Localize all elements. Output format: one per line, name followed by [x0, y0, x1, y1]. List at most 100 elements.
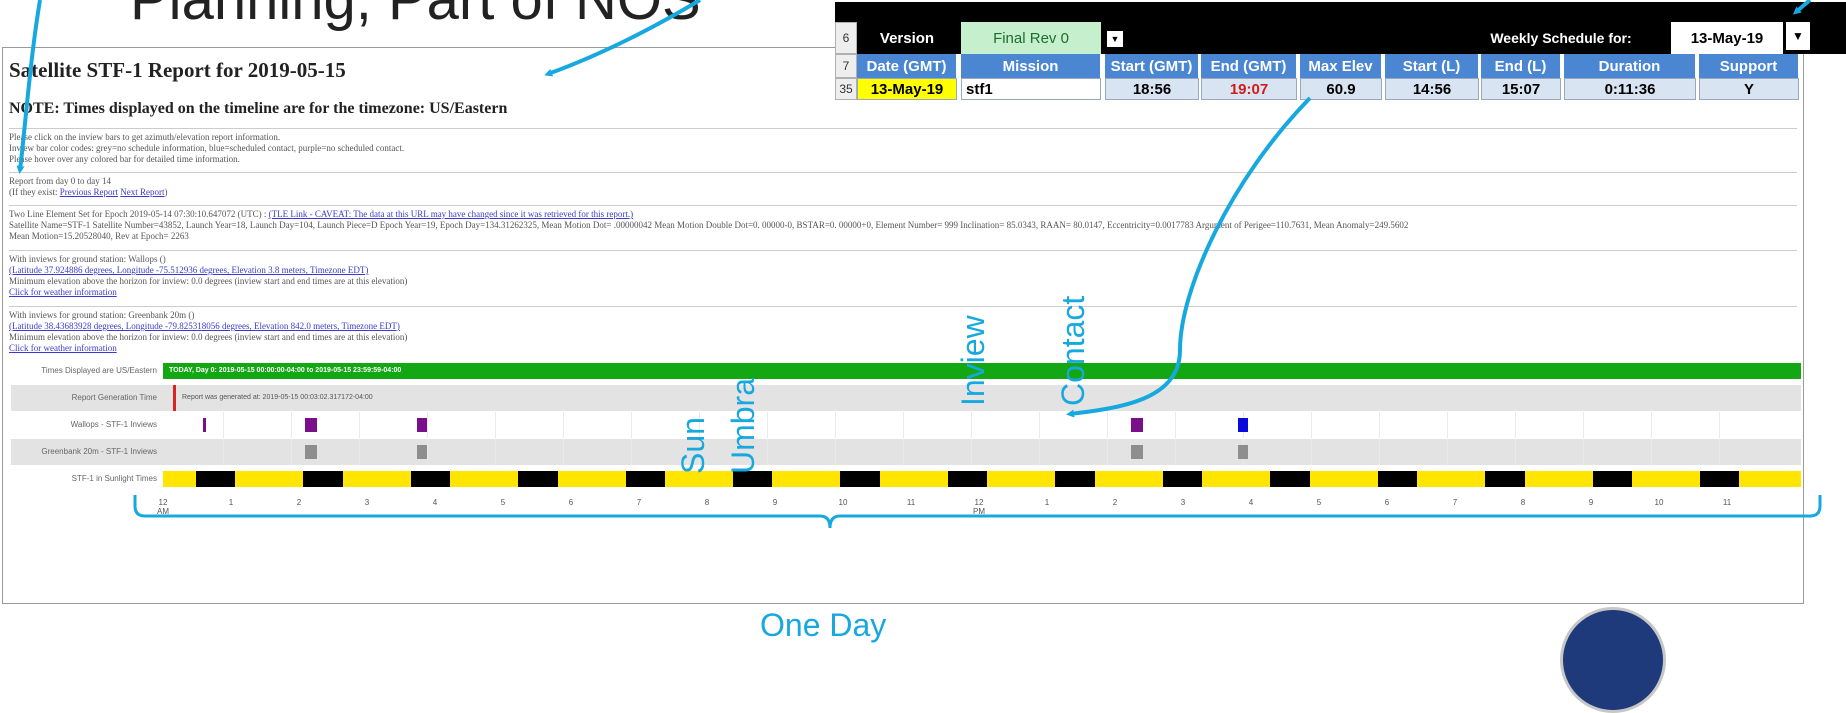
hour-tick-label: 9 [772, 498, 778, 507]
contact-bar[interactable] [1238, 418, 1249, 432]
umbra-segment[interactable] [1592, 471, 1632, 487]
umbra-segment[interactable] [303, 471, 343, 487]
umbra-segment[interactable] [625, 471, 665, 487]
grid-line [631, 439, 632, 465]
umbra-segment[interactable] [840, 471, 880, 487]
wallops-coords-link[interactable]: (Latitude 37.924886 degrees, Longitude -… [9, 265, 1797, 276]
version-dropdown-icon[interactable]: ▼ [1107, 31, 1123, 47]
grid-line [631, 412, 632, 438]
grid-line [1651, 439, 1652, 465]
report-note: NOTE: Times displayed on the timeline ar… [9, 100, 508, 117]
table-cell: 19:07 [1201, 78, 1297, 100]
hour-tick-label: 12 AM [157, 498, 169, 516]
greenbank-weather-link[interactable]: Click for weather information [9, 343, 1797, 354]
grid-line [1583, 412, 1584, 438]
grid-line [971, 412, 972, 438]
column-header: Duration [1564, 54, 1696, 78]
hour-tick-label: 4 [432, 498, 438, 507]
umbra-segment[interactable] [1485, 471, 1525, 487]
umbra-segment[interactable] [1377, 471, 1418, 487]
column-header: End (GMT) [1201, 54, 1297, 78]
grid-line [1719, 439, 1720, 465]
grid-line [767, 439, 768, 465]
inview-bar[interactable] [416, 418, 427, 432]
table-cell: Y [1699, 78, 1799, 100]
grid-line [427, 412, 428, 438]
inview-bar[interactable] [1238, 445, 1249, 459]
column-header: Date (GMT) [857, 54, 957, 78]
generation-time-text: Report was generated at: 2019-05-15 00:0… [173, 385, 373, 411]
annotation-one-day: One Day [760, 607, 887, 643]
annotation-umbra: Umbra [725, 377, 761, 474]
annotation-sun: Sun [675, 417, 711, 474]
inview-bar[interactable] [1130, 418, 1144, 432]
tle-line-2: Satellite Name=STF-1 Satellite Number=43… [9, 220, 1409, 230]
hour-tick-label: 3 [364, 498, 370, 507]
column-header: Max Elev [1300, 54, 1382, 78]
umbra-segment[interactable] [1055, 471, 1095, 487]
column-header: Start (GMT) [1105, 54, 1199, 78]
annotation-inview: Inview [955, 315, 991, 406]
weekly-dropdown-icon[interactable]: ▼ [1786, 22, 1810, 50]
timeline: Times Displayed are US/Eastern TODAY, Da… [3, 358, 1803, 598]
hour-tick-label: 5 [1316, 498, 1322, 507]
tle-epoch: Two Line Element Set for Epoch 2019-05-1… [9, 209, 267, 219]
umbra-segment[interactable] [518, 471, 558, 487]
inview-bar[interactable] [416, 445, 427, 459]
greenbank-section: With inviews for ground station: Greenba… [9, 306, 1797, 354]
version-value[interactable]: Final Rev 0 [961, 22, 1101, 54]
grid-line [1583, 439, 1584, 465]
umbra-segment[interactable] [947, 471, 988, 487]
grid-line [1311, 412, 1312, 438]
timeline-row-wallops: Wallops - STF-1 Inviews [11, 412, 1801, 438]
grid-line [1175, 439, 1176, 465]
sunlight-bar[interactable] [163, 471, 1801, 487]
umbra-segment[interactable] [1162, 471, 1203, 487]
grid-line [1311, 439, 1312, 465]
grid-line [1107, 439, 1108, 465]
hour-tick-label: 8 [1520, 498, 1526, 507]
greenbank-coords-link[interactable]: (Latitude 38.43683928 degrees, Longitude… [9, 321, 1797, 332]
hour-tick-label: 8 [704, 498, 710, 507]
umbra-segment[interactable] [1270, 471, 1310, 487]
instruction-line: Please hover over any colored bar for de… [9, 154, 240, 164]
hour-tick-label: 7 [1452, 498, 1458, 507]
grid-line [1447, 439, 1448, 465]
hour-tick-label: 10 [838, 498, 848, 507]
weekly-schedule-value[interactable]: 13-May-19 [1671, 22, 1783, 54]
timeline-row-greenbank: Greenbank 20m - STF-1 Inviews [11, 439, 1801, 465]
range-line: Report from day 0 to day 14 [9, 176, 111, 186]
hour-tick-label: 1 [1044, 498, 1050, 507]
inview-bar[interactable] [304, 418, 317, 432]
annotation-contact: Contact [1055, 295, 1091, 406]
grid-line [1379, 412, 1380, 438]
grid-line [563, 412, 564, 438]
grid-line [835, 439, 836, 465]
next-report-link[interactable]: Next Report [120, 187, 164, 197]
previous-report-link[interactable]: Previous Report [60, 187, 118, 197]
schedule-table: 6 Version Final Rev 0 ▼ Weekly Schedule … [835, 2, 1846, 112]
hour-tick-label: 11 [1722, 498, 1732, 507]
instructions-section: Please click on the inview bars to get a… [9, 128, 1797, 165]
range-exist: (If they exist: [9, 187, 58, 197]
umbra-segment[interactable] [195, 471, 236, 487]
timeline-row-generation: Report Generation Time Report was genera… [11, 385, 1801, 411]
column-header: Start (L) [1385, 54, 1479, 78]
umbra-segment[interactable] [1699, 471, 1740, 487]
inview-bar[interactable] [304, 445, 317, 459]
wallops-weather-link[interactable]: Click for weather information [9, 287, 1797, 298]
table-cell: 18:56 [1105, 78, 1199, 100]
grid-line [1175, 412, 1176, 438]
table-cell: 14:56 [1385, 78, 1479, 100]
umbra-segment[interactable] [410, 471, 451, 487]
tle-link[interactable]: (TLE Link - CAVEAT: The data at this URL… [269, 209, 634, 219]
inview-bar[interactable] [202, 418, 206, 432]
grid-line [1379, 439, 1380, 465]
wallops-title: With inviews for ground station: Wallops… [9, 254, 166, 264]
inview-bar[interactable] [1130, 445, 1144, 459]
hour-tick-label: 6 [1384, 498, 1390, 507]
grid-line [495, 439, 496, 465]
timeline-label: Times Displayed are US/Eastern [41, 366, 157, 375]
timeline-label: STF-1 in Sunlight Times [71, 474, 157, 483]
table-cell: 13-May-19 [857, 78, 957, 100]
